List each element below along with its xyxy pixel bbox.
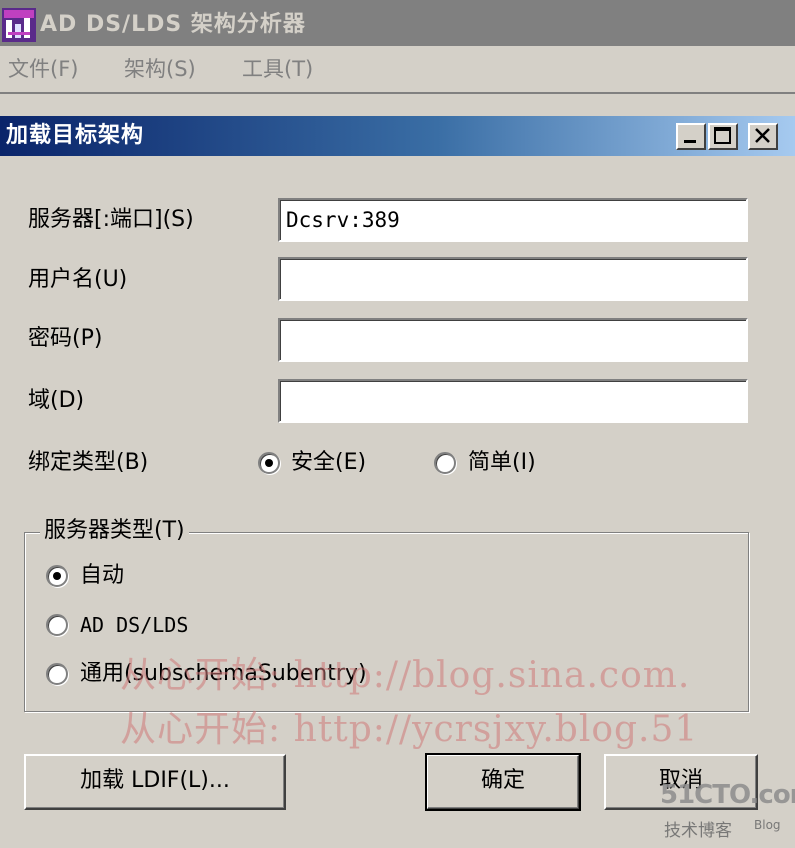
dialog-title: 加载目标架构 [6,123,145,148]
brand-watermark-blog: Blog [754,818,781,832]
password-label: 密码(P) [28,326,103,351]
bind-simple-label[interactable]: 简单(I) [468,446,536,480]
server-input[interactable] [278,198,748,242]
bind-type-label: 绑定类型(B) [28,450,149,475]
schema-analyzer-app-icon [2,8,36,42]
maximize-button[interactable] [708,123,738,150]
brand-watermark: 51CTO.com [660,780,795,810]
username-label: 用户名(U) [28,267,128,292]
minimize-button[interactable] [676,123,706,150]
bind-secure-label[interactable]: 安全(E) [291,446,366,480]
domain-label: 域(D) [28,388,85,413]
password-input[interactable] [278,318,748,362]
server-type-adds-radio[interactable] [46,614,68,636]
close-button[interactable] [748,123,778,150]
server-type-legend: 服务器类型(T) [40,514,189,548]
maximize-icon [714,127,731,144]
server-type-auto-label[interactable]: 自动 [80,559,124,593]
username-input[interactable] [278,257,748,301]
dialog-titlebar: 加载目标架构 [0,116,795,156]
menu-file[interactable]: 文件(F) [8,54,78,84]
brand-watermark-sub: 技术博客 [664,821,732,841]
menu-schema[interactable]: 架构(S) [124,54,196,84]
app-workspace [0,94,795,116]
load-ldif-button[interactable]: 加载 LDIF(L)... [24,754,286,810]
server-type-generic-label[interactable]: 通用(subschemaSubentry) [80,657,367,691]
app-title: AD DS/LDS 架构分析器 [40,12,306,37]
bind-secure-radio[interactable] [258,452,280,474]
bind-simple-radio[interactable] [434,452,456,474]
ok-button[interactable]: 确定 [425,753,581,811]
server-type-adds-label[interactable]: AD DS/LDS [80,608,188,642]
close-icon [755,128,770,143]
app-titlebar: AD DS/LDS 架构分析器 [0,0,795,46]
server-type-generic-radio[interactable] [46,663,68,685]
app-menubar: 文件(F) 架构(S) 工具(T) [0,46,795,94]
menu-tools[interactable]: 工具(T) [242,54,313,84]
server-label: 服务器[:端口](S) [28,207,194,232]
domain-input[interactable] [278,379,748,423]
minimize-icon [684,140,696,143]
server-type-auto-radio[interactable] [46,565,68,587]
